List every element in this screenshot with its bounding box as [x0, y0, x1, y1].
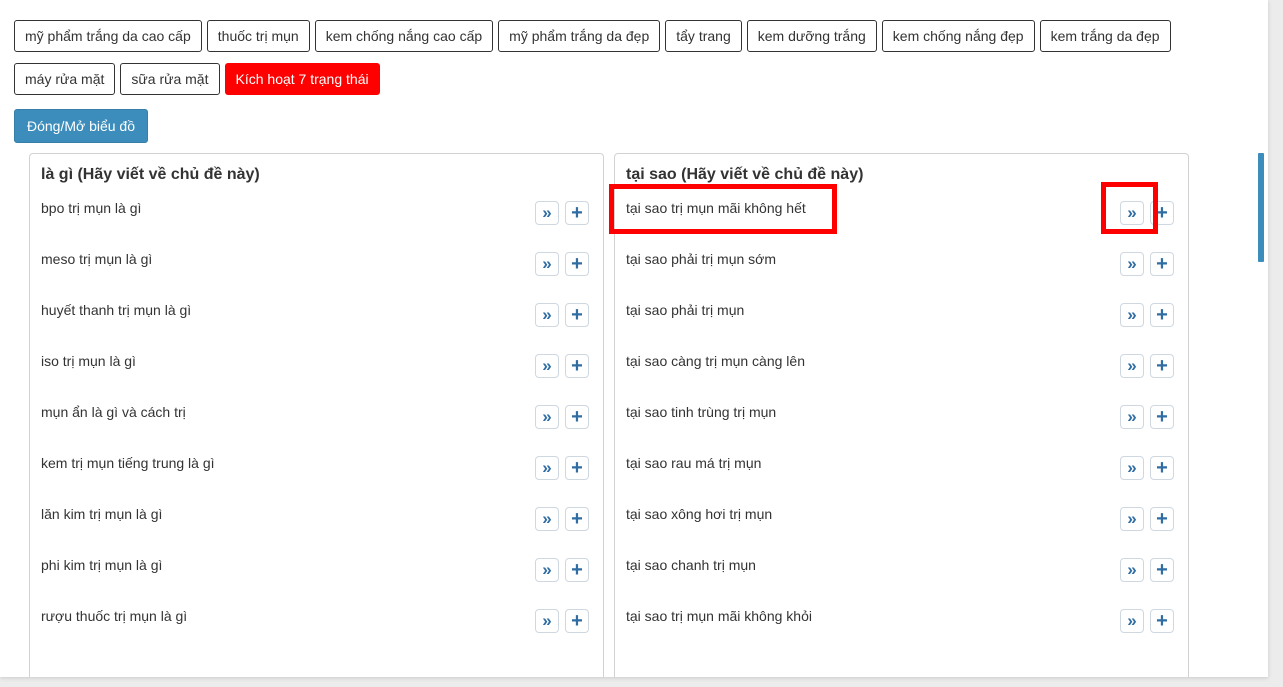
- double-chevron-right-icon[interactable]: »: [1120, 507, 1144, 531]
- list-item: iso trị mụn là gì » +: [30, 353, 603, 404]
- plus-icon[interactable]: +: [565, 303, 589, 327]
- list-item: tại sao chanh trị mụn » +: [615, 557, 1188, 608]
- double-chevron-right-icon[interactable]: »: [535, 558, 559, 582]
- list-item: rượu thuốc trị mụn là gì » +: [30, 608, 603, 659]
- list-item: kem trị mụn tiếng trung là gì » +: [30, 455, 603, 506]
- double-chevron-right-icon[interactable]: »: [535, 201, 559, 225]
- double-chevron-right-icon[interactable]: »: [535, 303, 559, 327]
- list-item-text[interactable]: tại sao tinh trùng trị mụn: [626, 404, 776, 420]
- panel-title: là gì (Hãy viết về chủ đề này): [41, 166, 260, 183]
- activate-states-button[interactable]: Kích hoạt 7 trạng thái: [224, 63, 380, 95]
- list-item-text[interactable]: tại sao phải trị mụn sớm: [626, 251, 776, 267]
- list-item: huyết thanh trị mụn là gì » +: [30, 302, 603, 353]
- list-item: tại sao phải trị mụn » +: [615, 302, 1188, 353]
- list-item: phi kim trị mụn là gì » +: [30, 557, 603, 608]
- list-item-text[interactable]: tại sao xông hơi trị mụn: [626, 506, 772, 522]
- plus-icon[interactable]: +: [1150, 507, 1174, 531]
- plus-icon[interactable]: +: [1150, 405, 1174, 429]
- list-item: tại sao phải trị mụn sớm » +: [615, 251, 1188, 302]
- list-item: tại sao rau má trị mụn » +: [615, 455, 1188, 506]
- panel-la-gi: là gì (Hãy viết về chủ đề này) bpo trị m…: [29, 153, 604, 677]
- list-item: tại sao tinh trùng trị mụn » +: [615, 404, 1188, 455]
- keyword-tag[interactable]: mỹ phẩm trắng da đẹp: [498, 20, 661, 52]
- plus-icon[interactable]: +: [565, 201, 589, 225]
- plus-icon[interactable]: +: [1150, 354, 1174, 378]
- page: mỹ phẩm trắng da cao cấp thuốc trị mụn k…: [0, 0, 1268, 677]
- list-item-text[interactable]: tại sao rau má trị mụn: [626, 455, 761, 471]
- keyword-tag[interactable]: kem chống nắng đẹp: [881, 20, 1035, 52]
- plus-icon[interactable]: +: [1150, 558, 1174, 582]
- double-chevron-right-icon[interactable]: »: [535, 405, 559, 429]
- list-item-text[interactable]: kem trị mụn tiếng trung là gì: [41, 455, 215, 471]
- keyword-tag[interactable]: tẩy trang: [665, 20, 742, 52]
- scrollbar-thumb[interactable]: [1258, 153, 1264, 262]
- double-chevron-right-icon[interactable]: »: [535, 252, 559, 276]
- double-chevron-right-icon[interactable]: »: [1120, 609, 1144, 633]
- plus-icon[interactable]: +: [1150, 609, 1174, 633]
- keyword-tag[interactable]: kem dưỡng trắng: [746, 20, 877, 52]
- highlight-box-next-button: [1101, 182, 1158, 234]
- plus-icon[interactable]: +: [565, 354, 589, 378]
- list-item-text[interactable]: tại sao càng trị mụn càng lên: [626, 353, 805, 369]
- plus-icon[interactable]: +: [565, 507, 589, 531]
- list-item-text[interactable]: bpo trị mụn là gì: [41, 200, 141, 216]
- keyword-tag[interactable]: mỹ phẩm trắng da cao cấp: [14, 20, 202, 52]
- keyword-tag[interactable]: kem trắng da đẹp: [1039, 20, 1171, 52]
- keyword-tags: mỹ phẩm trắng da cao cấp thuốc trị mụn k…: [14, 20, 1194, 95]
- plus-icon[interactable]: +: [565, 456, 589, 480]
- double-chevron-right-icon[interactable]: »: [535, 456, 559, 480]
- double-chevron-right-icon[interactable]: »: [1120, 456, 1144, 480]
- list-item-text[interactable]: lăn kim trị mụn là gì: [41, 506, 162, 522]
- double-chevron-right-icon[interactable]: »: [1120, 252, 1144, 276]
- list-item: tại sao càng trị mụn càng lên » +: [615, 353, 1188, 404]
- plus-icon[interactable]: +: [565, 609, 589, 633]
- plus-icon[interactable]: +: [565, 405, 589, 429]
- keyword-tag[interactable]: thuốc trị mụn: [206, 20, 310, 52]
- list-item-text[interactable]: rượu thuốc trị mụn là gì: [41, 608, 187, 624]
- list-item-text[interactable]: tại sao phải trị mụn: [626, 302, 744, 318]
- plus-icon[interactable]: +: [1150, 252, 1174, 276]
- plus-icon[interactable]: +: [565, 252, 589, 276]
- list-item: tại sao trị mụn mãi không khỏi » +: [615, 608, 1188, 659]
- list-item: bpo trị mụn là gì » +: [30, 200, 603, 251]
- list-item-text[interactable]: iso trị mụn là gì: [41, 353, 136, 369]
- keyword-tag[interactable]: máy rửa mặt: [14, 63, 116, 95]
- plus-icon[interactable]: +: [1150, 456, 1174, 480]
- list-item-text[interactable]: tại sao trị mụn mãi không khỏi: [626, 608, 812, 624]
- list-item: mụn ẩn là gì và cách trị » +: [30, 404, 603, 455]
- double-chevron-right-icon[interactable]: »: [1120, 303, 1144, 327]
- double-chevron-right-icon[interactable]: »: [1120, 405, 1144, 429]
- double-chevron-right-icon[interactable]: »: [1120, 558, 1144, 582]
- list-item: lăn kim trị mụn là gì » +: [30, 506, 603, 557]
- list-item: meso trị mụn là gì » +: [30, 251, 603, 302]
- double-chevron-right-icon[interactable]: »: [1120, 354, 1144, 378]
- list-item-text[interactable]: meso trị mụn là gì: [41, 251, 152, 267]
- toggle-chart-button[interactable]: Đóng/Mở biểu đồ: [14, 109, 148, 143]
- keyword-tag[interactable]: kem chống nắng cao cấp: [314, 20, 494, 52]
- double-chevron-right-icon[interactable]: »: [535, 609, 559, 633]
- plus-icon[interactable]: +: [1150, 303, 1174, 327]
- panel-title: tại sao (Hãy viết về chủ đề này): [626, 166, 864, 183]
- list-item-text[interactable]: huyết thanh trị mụn là gì: [41, 302, 191, 318]
- keyword-tag[interactable]: sữa rửa mặt: [120, 63, 220, 95]
- double-chevron-right-icon[interactable]: »: [535, 507, 559, 531]
- highlight-box-item: [609, 184, 837, 234]
- list-item-text[interactable]: phi kim trị mụn là gì: [41, 557, 162, 573]
- list-item-text[interactable]: tại sao chanh trị mụn: [626, 557, 756, 573]
- list-item: tại sao xông hơi trị mụn » +: [615, 506, 1188, 557]
- list-item-text[interactable]: mụn ẩn là gì và cách trị: [41, 404, 186, 420]
- plus-icon[interactable]: +: [565, 558, 589, 582]
- double-chevron-right-icon[interactable]: »: [535, 354, 559, 378]
